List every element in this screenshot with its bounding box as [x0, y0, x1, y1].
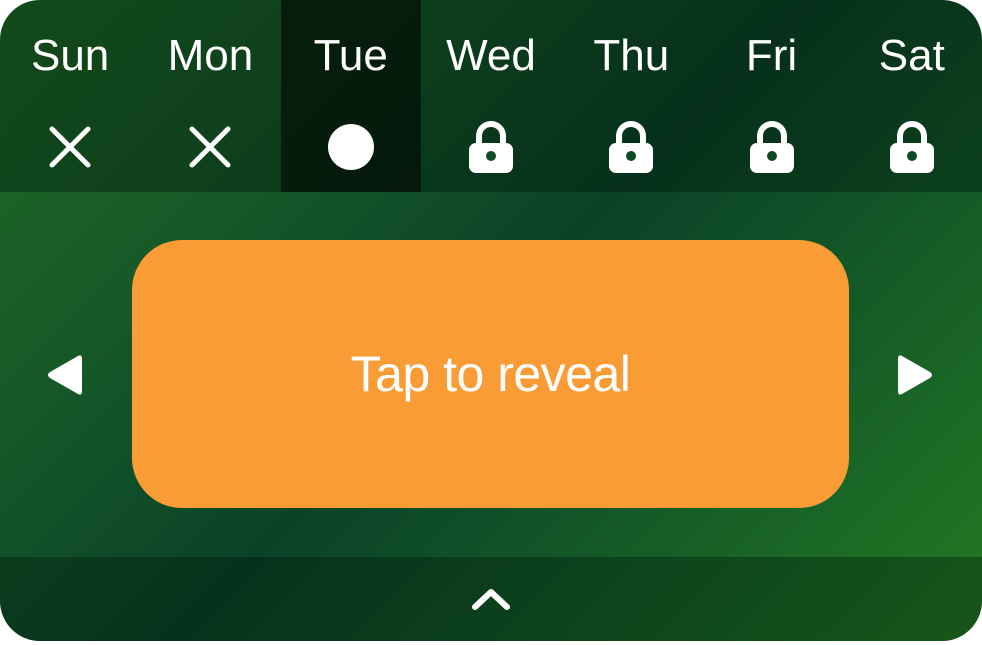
- day-label: Thu: [593, 31, 670, 80]
- day-fri[interactable]: Fri: [701, 0, 841, 192]
- lock-icon: [605, 120, 657, 174]
- next-arrow-button[interactable]: [896, 350, 936, 400]
- day-label: Sat: [878, 31, 945, 80]
- dot-icon: [325, 120, 377, 174]
- day-label: Sun: [30, 31, 110, 80]
- expand-bar[interactable]: [0, 557, 982, 641]
- triangle-right-icon: [898, 355, 932, 395]
- day-mon[interactable]: Mon: [140, 0, 280, 192]
- daily-reveal-widget: Sun Mon Tue Wed Thu Fri Sat Tap to revea…: [0, 0, 982, 641]
- day-label: Wed: [446, 31, 536, 80]
- x-icon: [44, 120, 96, 174]
- triangle-left-icon: [48, 355, 82, 395]
- day-label: Mon: [167, 31, 254, 80]
- day-sun[interactable]: Sun: [0, 0, 140, 192]
- day-thu[interactable]: Thu: [561, 0, 701, 192]
- day-wed[interactable]: Wed: [421, 0, 561, 192]
- chevron-up-icon: [470, 585, 512, 613]
- previous-arrow-button[interactable]: [44, 350, 84, 400]
- weekday-strip: Sun Mon Tue Wed Thu Fri Sat: [0, 0, 982, 192]
- day-label: Fri: [745, 31, 798, 80]
- day-tue[interactable]: Tue: [280, 0, 421, 192]
- day-sat[interactable]: Sat: [842, 0, 982, 192]
- lock-icon: [886, 120, 938, 174]
- lock-icon: [465, 120, 517, 174]
- reveal-button-label: Tap to reveal: [350, 346, 631, 402]
- x-icon: [184, 120, 236, 174]
- tap-to-reveal-button[interactable]: Tap to reveal: [132, 240, 849, 508]
- day-label: Tue: [313, 31, 388, 80]
- lock-icon: [746, 120, 798, 174]
